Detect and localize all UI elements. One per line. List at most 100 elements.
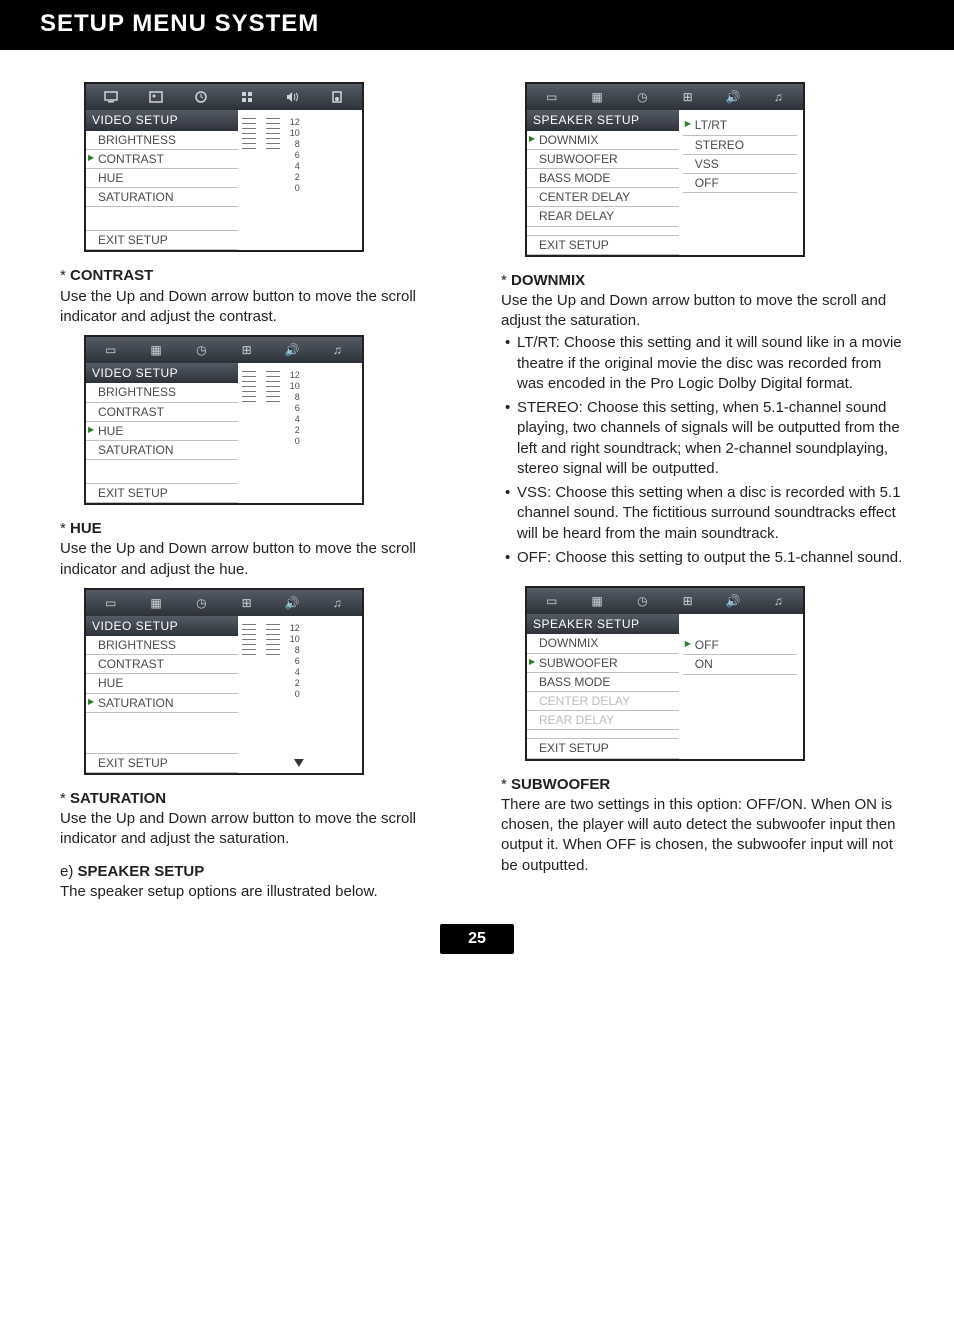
- scale-num: 2: [290, 173, 300, 182]
- option-on[interactable]: ON: [683, 655, 797, 674]
- menu-item-bassmode[interactable]: BASS MODE: [527, 169, 679, 188]
- menu-item-hue[interactable]: HUE: [86, 169, 238, 188]
- menu-item-bassmode[interactable]: BASS MODE: [527, 673, 679, 692]
- downmix-stereo-desc: STEREO: Choose this setting, when 5.1-ch…: [505, 398, 906, 479]
- downmix-heading: DOWNMIX: [501, 271, 906, 291]
- menu-item-hue[interactable]: HUE: [86, 674, 238, 693]
- menu-item-reardelay[interactable]: REAR DELAY: [527, 207, 679, 226]
- menu-section-title: VIDEO SETUP: [86, 616, 238, 636]
- scale-num: 10: [290, 635, 300, 644]
- menu-tabs: ▭ ▦ ◷ ⊞ 🔊 ♫: [527, 588, 803, 614]
- menu-item-brightness[interactable]: BRIGHTNESS: [86, 636, 238, 655]
- speaker-icon: 🔊: [269, 337, 314, 363]
- clock-icon: [179, 84, 224, 110]
- contrast-heading: CONTRAST: [60, 266, 465, 286]
- menu-item-subwoofer[interactable]: SUBWOOFER: [527, 150, 679, 169]
- grid-icon: ⊞: [224, 590, 269, 616]
- grid-icon: [224, 84, 269, 110]
- menu-item-centerdelay: CENTER DELAY: [527, 692, 679, 711]
- menu-item-downmix[interactable]: DOWNMIX: [527, 131, 679, 150]
- menu-item-saturation[interactable]: SATURATION: [86, 694, 238, 713]
- music-icon: ♫: [756, 84, 801, 110]
- menu-item-subwoofer[interactable]: SUBWOOFER: [527, 654, 679, 673]
- grid-icon: ⊞: [224, 337, 269, 363]
- menu-item-exit[interactable]: EXIT SETUP: [527, 235, 679, 255]
- menu-item-reardelay: REAR DELAY: [527, 711, 679, 730]
- music-icon: ♫: [756, 588, 801, 614]
- downmix-vss-desc: VSS: Choose this setting when a disc is …: [505, 483, 906, 544]
- option-stereo[interactable]: STEREO: [683, 136, 797, 155]
- scale-num: 8: [290, 646, 300, 655]
- menu-tabs: ▭ ▦ ◷ ⊞ 🔊 ♫: [86, 590, 362, 616]
- menu-item-brightness[interactable]: BRIGHTNESS: [86, 131, 238, 150]
- image-icon: ▦: [133, 337, 178, 363]
- menu-tabs: ▭ ▦ ◷ ⊞ 🔊 ♫: [527, 84, 803, 110]
- saturation-body: Use the Up and Down arrow button to move…: [60, 809, 465, 850]
- value-slider[interactable]: 12 10 8 6 4 2 0: [242, 622, 356, 699]
- scale-num: 8: [290, 140, 300, 149]
- menu-item-exit[interactable]: EXIT SETUP: [527, 738, 679, 758]
- clock-icon: ◷: [179, 337, 224, 363]
- clock-icon: ◷: [620, 588, 665, 614]
- option-ltrt[interactable]: LT/RT: [683, 116, 797, 135]
- music-icon: ♫: [315, 590, 360, 616]
- value-slider[interactable]: 12 10 8 6 4 2 0: [242, 369, 356, 446]
- grid-icon: ⊞: [665, 84, 710, 110]
- speaker-setup-menu-downmix: ▭ ▦ ◷ ⊞ 🔊 ♫ SPEAKER SETUP DOWNMIX SUBWOO…: [525, 82, 805, 256]
- option-vss[interactable]: VSS: [683, 155, 797, 174]
- scale-num: 4: [290, 668, 300, 677]
- menu-item-exit[interactable]: EXIT SETUP: [86, 230, 238, 250]
- image-icon: ▦: [574, 84, 619, 110]
- menu-item-exit[interactable]: EXIT SETUP: [86, 753, 238, 773]
- speaker-icon: [269, 84, 314, 110]
- page-title: SETUP MENU SYSTEM: [40, 8, 938, 40]
- value-slider[interactable]: 12 10 8 6 4 2 0: [242, 116, 356, 193]
- menu-item-saturation[interactable]: SATURATION: [86, 441, 238, 460]
- screen-icon: ▭: [88, 337, 133, 363]
- video-setup-menu-hue: ▭ ▦ ◷ ⊞ 🔊 ♫ VIDEO SETUP BRIGHTNESS CONTR…: [84, 335, 364, 505]
- list-letter: e): [60, 863, 78, 880]
- slider-cursor-icon: [294, 759, 304, 767]
- grid-icon: ⊞: [665, 588, 710, 614]
- video-setup-menu-saturation: ▭ ▦ ◷ ⊞ 🔊 ♫ VIDEO SETUP BRIGHTNESS CONTR…: [84, 588, 364, 775]
- hue-heading: HUE: [60, 519, 465, 539]
- menu-item-contrast[interactable]: CONTRAST: [86, 150, 238, 169]
- screen-icon: [88, 84, 133, 110]
- downmix-lt-desc: LT/RT: Choose this setting and it will s…: [505, 333, 906, 394]
- scale-num: 6: [290, 404, 300, 413]
- page-number-wrap: 25: [0, 924, 954, 974]
- menu-section-title: SPEAKER SETUP: [527, 614, 679, 634]
- menu-item-centerdelay[interactable]: CENTER DELAY: [527, 188, 679, 207]
- menu-item-exit[interactable]: EXIT SETUP: [86, 483, 238, 503]
- scale-num: 4: [290, 415, 300, 424]
- menu-item-contrast[interactable]: CONTRAST: [86, 655, 238, 674]
- menu-section-title: VIDEO SETUP: [86, 110, 238, 130]
- menu-item-hue[interactable]: HUE: [86, 422, 238, 441]
- clock-icon: ◷: [179, 590, 224, 616]
- music-icon: ♫: [315, 337, 360, 363]
- scale-num: 0: [290, 437, 300, 446]
- menu-item-brightness[interactable]: BRIGHTNESS: [86, 383, 238, 402]
- screen-icon: ▭: [88, 590, 133, 616]
- hue-body: Use the Up and Down arrow button to move…: [60, 539, 465, 580]
- speaker-setup-body: The speaker setup options are illustrate…: [60, 882, 465, 902]
- menu-item-saturation[interactable]: SATURATION: [86, 188, 238, 207]
- page-header: SETUP MENU SYSTEM: [0, 0, 954, 50]
- speaker-icon: 🔊: [269, 590, 314, 616]
- menu-section-title: VIDEO SETUP: [86, 363, 238, 383]
- scale-num: 0: [290, 184, 300, 193]
- downmix-body: Use the Up and Down arrow button to move…: [501, 291, 906, 332]
- menu-item-contrast[interactable]: CONTRAST: [86, 403, 238, 422]
- scale-num: 12: [290, 371, 300, 380]
- scale-num: 4: [290, 162, 300, 171]
- speaker-icon: 🔊: [710, 588, 755, 614]
- image-icon: ▦: [574, 588, 619, 614]
- scale-num: 8: [290, 393, 300, 402]
- clock-icon: ◷: [620, 84, 665, 110]
- scale-num: 12: [290, 624, 300, 633]
- menu-item-downmix[interactable]: DOWNMIX: [527, 634, 679, 653]
- image-icon: [133, 84, 178, 110]
- option-off[interactable]: OFF: [683, 174, 797, 193]
- option-off[interactable]: OFF: [683, 636, 797, 655]
- right-column: ▭ ▦ ◷ ⊞ 🔊 ♫ SPEAKER SETUP DOWNMIX SUBWOO…: [501, 74, 906, 904]
